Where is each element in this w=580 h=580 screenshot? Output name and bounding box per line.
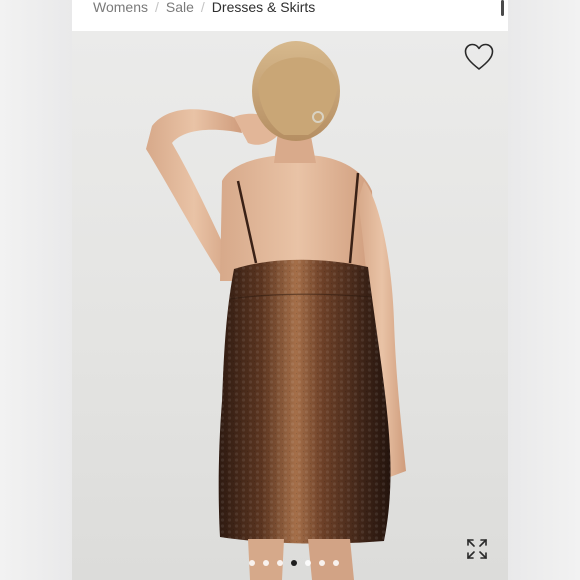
heart-outline-icon — [464, 43, 494, 70]
carousel-dots — [249, 560, 339, 566]
product-page: Womens / Sale / Dresses & Skirts — [72, 0, 508, 580]
left-backdrop — [0, 0, 72, 580]
carousel-dot[interactable] — [305, 560, 311, 566]
carousel-dot[interactable] — [333, 560, 339, 566]
product-image[interactable] — [72, 31, 508, 580]
carousel-dot[interactable] — [277, 560, 283, 566]
breadcrumb-separator: / — [154, 0, 159, 15]
wishlist-button[interactable] — [464, 43, 496, 75]
carousel-dot[interactable] — [249, 560, 255, 566]
carousel-dot[interactable] — [319, 560, 325, 566]
scrollbar-thumb[interactable] — [501, 0, 504, 16]
carousel-dot-active[interactable] — [291, 560, 297, 566]
breadcrumb-item-womens[interactable]: Womens — [93, 0, 148, 15]
breadcrumb-separator: / — [200, 0, 205, 15]
breadcrumb-item-sale[interactable]: Sale — [166, 0, 194, 15]
breadcrumb: Womens / Sale / Dresses & Skirts — [93, 0, 315, 17]
carousel-dot[interactable] — [263, 560, 269, 566]
expand-arrows-icon — [467, 539, 487, 559]
expand-image-button[interactable] — [466, 538, 494, 566]
breadcrumb-item-current[interactable]: Dresses & Skirts — [212, 0, 315, 15]
right-backdrop — [508, 0, 580, 580]
